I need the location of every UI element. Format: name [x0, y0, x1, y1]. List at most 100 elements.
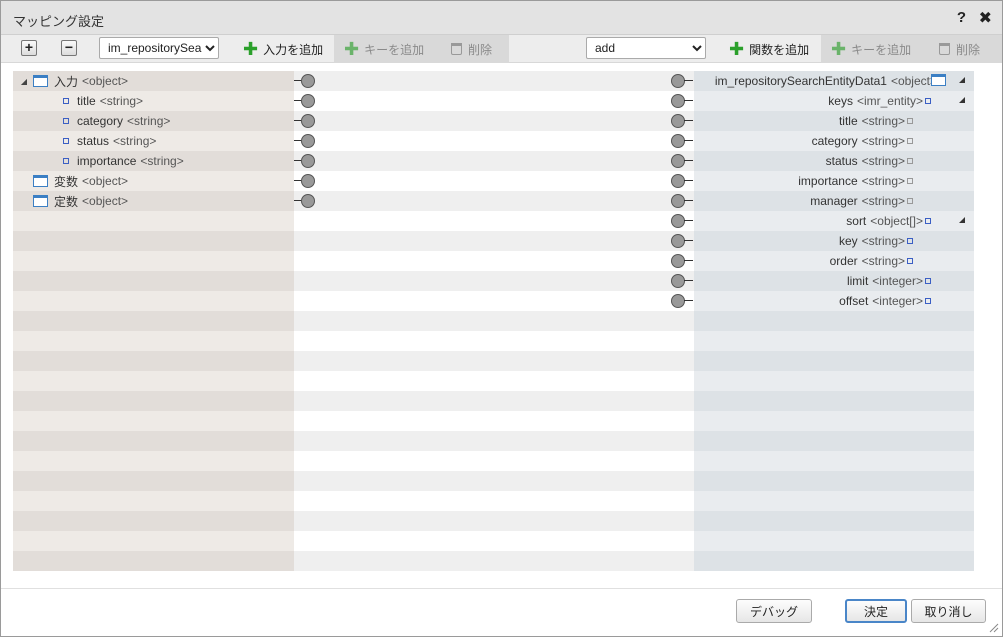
source-field-type: <string> — [113, 134, 157, 148]
target-tree-row[interactable]: key <string> — [694, 231, 905, 251]
lane-stripe — [294, 491, 694, 511]
source-connector-icon[interactable] — [294, 131, 318, 151]
add-input-button[interactable]: ✚ 入力を追加 — [233, 35, 333, 63]
target-field-type: <string> — [861, 154, 905, 168]
source-field-name: category — [77, 114, 124, 128]
target-connector-icon[interactable] — [669, 191, 693, 211]
target-connector-icon[interactable] — [669, 211, 693, 231]
target-field-name: title — [838, 114, 858, 128]
lane-stripe — [294, 471, 694, 491]
target-tree-row[interactable]: sort <object[]> — [694, 211, 923, 231]
target-connector-icon[interactable] — [669, 131, 693, 151]
lane-stripe — [294, 371, 694, 391]
debug-button[interactable]: デバッグ — [736, 599, 812, 623]
target-tree-row[interactable]: importance <string> — [694, 171, 905, 191]
lane-stripe — [694, 391, 974, 411]
field-icon — [907, 198, 913, 204]
cancel-button[interactable]: 取り消し — [911, 599, 986, 623]
field-icon — [907, 258, 913, 264]
target-connector-icon[interactable] — [669, 271, 693, 291]
delete-right-label: 削除 — [956, 42, 981, 57]
field-icon — [925, 278, 931, 284]
lane-stripe — [294, 391, 694, 411]
source-field-name: 変数 — [54, 174, 79, 189]
source-connector-icon[interactable] — [294, 71, 318, 91]
plus-icon: ✚ — [344, 39, 360, 59]
lane-stripe — [294, 231, 694, 251]
help-icon[interactable]: ? — [957, 9, 966, 26]
target-tree-row[interactable]: offset <integer> — [694, 291, 923, 311]
expand-all-button[interactable]: + — [21, 40, 37, 56]
lane-stripe — [294, 291, 694, 311]
lane-stripe — [13, 271, 294, 291]
target-tree-row[interactable]: keys <imr_entity> — [694, 91, 923, 111]
target-connector-icon[interactable] — [669, 171, 693, 191]
source-tree-row[interactable]: 変数 <object> — [13, 171, 294, 191]
add-key-left-label: キーを追加 — [364, 42, 425, 57]
target-field-name: offset — [839, 294, 869, 308]
object-icon — [33, 175, 48, 187]
field-icon — [907, 178, 913, 184]
delete-left-button[interactable]: 削除 — [441, 35, 502, 63]
add-function-button[interactable]: ✚ 関数を追加 — [719, 35, 821, 63]
collapse-all-button[interactable]: − — [61, 40, 77, 56]
source-field-name: 定数 — [54, 194, 79, 209]
target-field-type: <string> — [861, 174, 905, 188]
target-connector-icon[interactable] — [669, 291, 693, 311]
source-tree-row[interactable]: ◢ 入力 <object> — [13, 71, 294, 91]
lane-stripe — [694, 331, 974, 351]
lane-stripe — [294, 531, 694, 551]
lane-stripe — [694, 431, 974, 451]
lane-stripe — [294, 411, 694, 431]
source-tree-row[interactable]: status <string> — [13, 131, 294, 151]
target-connector-icon[interactable] — [669, 91, 693, 111]
source-connector-icon[interactable] — [294, 111, 318, 131]
target-tree-row[interactable]: status <string> — [694, 151, 905, 171]
source-connector-icon[interactable] — [294, 191, 318, 211]
lane-stripe — [294, 111, 694, 131]
target-tree-row[interactable]: limit <integer> — [694, 271, 923, 291]
expand-triangle-icon[interactable]: ◢ — [19, 77, 29, 86]
dialog-titlebar[interactable]: マッピング設定 ? ✖ — [1, 1, 1002, 35]
ok-button[interactable]: 決定 — [845, 599, 907, 623]
source-connector-icon[interactable] — [294, 171, 318, 191]
target-field-name: order — [829, 254, 858, 268]
source-connector-icon[interactable] — [294, 91, 318, 111]
target-tree-row[interactable]: order <string> — [694, 251, 905, 271]
target-tree-row[interactable]: category <string> — [694, 131, 905, 151]
source-connector-icon[interactable] — [294, 151, 318, 171]
lane-stripe — [13, 471, 294, 491]
close-icon[interactable]: ✖ — [979, 8, 992, 28]
source-tree-row[interactable]: 定数 <object> — [13, 191, 294, 211]
expand-triangle-icon[interactable] — [959, 217, 965, 223]
lane-stripe — [294, 191, 694, 211]
expand-triangle-icon[interactable] — [959, 97, 965, 103]
target-connector-icon[interactable] — [669, 251, 693, 271]
source-tree-row[interactable]: category <string> — [13, 111, 294, 131]
target-connector-icon[interactable] — [669, 231, 693, 251]
mapping-lane[interactable] — [294, 71, 694, 571]
target-tree-row[interactable]: title <string> — [694, 111, 905, 131]
source-tree-row[interactable]: title <string> — [13, 91, 294, 111]
add-function-label: 関数を追加 — [749, 42, 810, 57]
source-tree-row[interactable]: importance <string> — [13, 151, 294, 171]
source-field-name: title — [77, 94, 96, 108]
target-connector-icon[interactable] — [669, 111, 693, 131]
target-tree-row[interactable]: manager <string> — [694, 191, 905, 211]
expand-triangle-icon[interactable] — [959, 77, 965, 83]
target-connector-icon[interactable] — [669, 71, 693, 91]
toolbar: + − im_repositorySea ✚ 入力を追加 ✚ キーを追加 削除 … — [1, 35, 1002, 63]
lane-stripe — [694, 511, 974, 531]
field-icon — [907, 158, 913, 164]
delete-right-button[interactable]: 削除 — [929, 35, 990, 63]
target-field-name: manager — [810, 194, 858, 208]
object-icon — [33, 75, 48, 87]
lane-stripe — [13, 531, 294, 551]
resize-grip-icon[interactable] — [989, 623, 999, 633]
target-tree-row[interactable]: im_repositorySearchEntityData1 <object> — [694, 71, 937, 91]
function-select[interactable]: add — [586, 37, 706, 59]
source-select[interactable]: im_repositorySea — [99, 37, 219, 59]
lane-stripe — [13, 231, 294, 251]
target-connector-icon[interactable] — [669, 151, 693, 171]
lane-stripe — [694, 471, 974, 491]
